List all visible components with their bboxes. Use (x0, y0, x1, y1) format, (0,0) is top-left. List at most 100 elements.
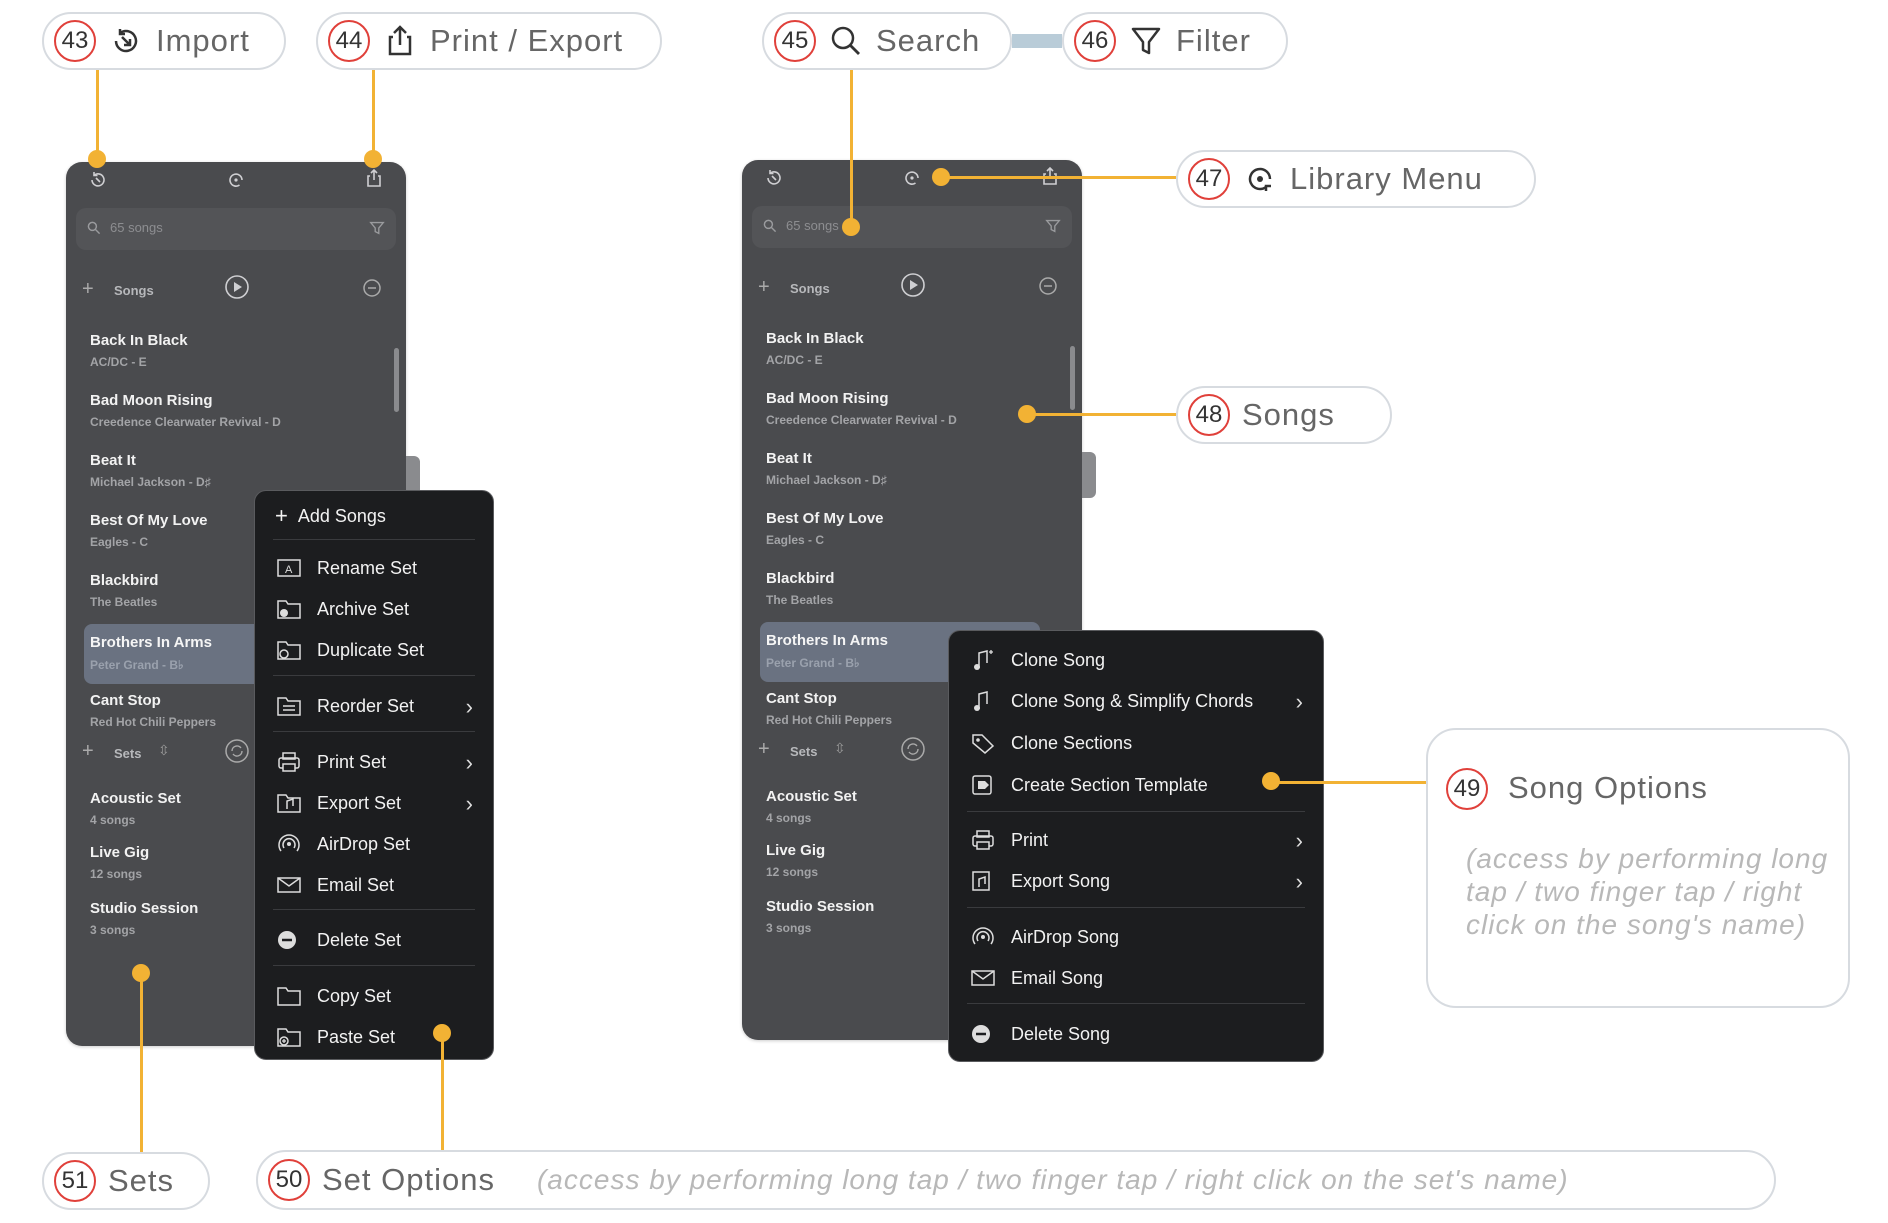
chevron-right-icon: › (1295, 869, 1303, 894)
list-item[interactable]: Back In Black AC/DC - E (766, 330, 1066, 367)
delete-icon (972, 1025, 990, 1043)
chevron-right-icon: › (1295, 828, 1303, 853)
add-set-icon[interactable]: + (758, 738, 770, 761)
callout-number: 46 (1074, 20, 1116, 62)
divider (273, 965, 475, 966)
export-icon (277, 794, 301, 813)
leader-dot-print-export (364, 150, 382, 168)
scrollbar[interactable] (394, 348, 399, 412)
import-icon (114, 29, 138, 53)
menu-item-email-song[interactable]: Email Song (969, 961, 1303, 995)
menu-item-label: Clone Song (1011, 649, 1106, 670)
menu-item-clone-song[interactable]: Clone Song (969, 643, 1303, 677)
airdrop-icon (278, 834, 300, 852)
song-subtitle: Creedence Clearwater Revival - D (90, 415, 281, 429)
song-title: Back In Black (90, 332, 188, 349)
list-item[interactable]: Blackbird The Beatles (766, 570, 1066, 607)
add-song-icon[interactable]: + (82, 278, 94, 301)
callout-note: (access by performing long tap / two fin… (536, 1164, 1569, 1195)
import-icon[interactable] (764, 168, 784, 188)
list-item[interactable]: Bad Moon Rising Creedence Clearwater Revi… (90, 392, 390, 429)
reorder-icon (277, 697, 301, 716)
play-icon[interactable] (900, 272, 926, 298)
search-placeholder: 65 songs (786, 218, 839, 233)
filter-icon[interactable] (1044, 217, 1062, 235)
song-subtitle: The Beatles (766, 593, 834, 607)
divider (967, 907, 1305, 908)
menu-item-clone-simplify[interactable]: Clone Song & Simplify Chords › (969, 684, 1303, 718)
menu-item-label: AirDrop Song (1011, 926, 1120, 947)
filter-icon[interactable] (368, 219, 386, 237)
divider (273, 731, 475, 732)
menu-item-print-set[interactable]: Print Set › (275, 745, 473, 779)
callout-label: Set Options (322, 1162, 495, 1197)
set-options-menu: + Add Songs A Rename Set Archive Set Dupli… (254, 490, 494, 1060)
share-icon (388, 25, 412, 56)
callout-label: Sets (108, 1163, 175, 1198)
sync-icon[interactable] (900, 736, 926, 762)
menu-item-add-songs[interactable]: + Add Songs (275, 499, 473, 533)
leader-dot-search (842, 218, 860, 236)
menu-item-archive-set[interactable]: Archive Set (275, 592, 473, 626)
sync-icon[interactable] (224, 738, 250, 764)
song-title: Bad Moon Rising (90, 392, 213, 409)
callout-print-export: 44 Print / Export (316, 12, 662, 70)
add-set-icon[interactable]: + (82, 740, 94, 763)
collapse-icon[interactable] (1038, 276, 1058, 296)
printer-icon (972, 830, 994, 850)
sort-icon[interactable]: ⇳ (158, 742, 170, 759)
menu-item-label: Delete Set (317, 929, 402, 950)
list-item[interactable]: Beat It Michael Jackson - D♯ (766, 450, 1066, 487)
callout-label: Print / Export (430, 23, 624, 58)
callout-sets: 51 Sets (42, 1152, 210, 1210)
menu-item-label: Paste Set (317, 1026, 396, 1047)
leader-line-import (96, 70, 99, 160)
list-item[interactable]: Back In Black AC/DC - E (90, 332, 390, 369)
callout-songs: 48 Songs (1176, 386, 1392, 444)
callout-number: 44 (328, 20, 370, 62)
song-title: Blackbird (766, 570, 835, 587)
library-menu-icon[interactable] (902, 168, 922, 188)
collapse-icon[interactable] (362, 278, 382, 298)
import-icon[interactable] (88, 170, 108, 190)
menu-item-airdrop-set[interactable]: AirDrop Set (275, 827, 473, 861)
menu-item-delete-song[interactable]: Delete Song (969, 1017, 1303, 1051)
menu-item-copy-set[interactable]: Copy Set (275, 979, 473, 1013)
callout-number: 45 (774, 20, 816, 62)
library-menu-icon[interactable] (226, 170, 246, 190)
paste-icon (277, 1028, 301, 1047)
callout-import: 43 Import (42, 12, 286, 70)
menu-item-email-set[interactable]: Email Set (275, 868, 473, 902)
menu-item-clone-sections[interactable]: Clone Sections (969, 726, 1303, 760)
menu-item-delete-set[interactable]: Delete Set (275, 923, 473, 957)
menu-item-print[interactable]: Print › (969, 823, 1303, 857)
menu-item-duplicate-set[interactable]: Duplicate Set (275, 633, 473, 667)
menu-item-rename-set[interactable]: A Rename Set (275, 551, 473, 585)
divider (967, 811, 1305, 812)
list-item[interactable]: Best Of My Love Eagles - C (766, 510, 1066, 547)
menu-item-create-section-template[interactable]: Create Section Template (969, 768, 1303, 802)
search-field[interactable]: 65 songs (76, 208, 396, 250)
chevron-right-icon: › (1295, 689, 1303, 714)
callout-search: 45 Search (762, 12, 1012, 70)
list-item[interactable]: Beat It Michael Jackson - D♯ (90, 452, 390, 489)
share-icon[interactable] (364, 168, 384, 188)
sets-header: Sets (790, 744, 818, 759)
plus-icon: + (275, 503, 288, 528)
callout-label: Song Options (1508, 770, 1708, 805)
menu-item-airdrop-song[interactable]: AirDrop Song (969, 920, 1303, 954)
menu-item-label: Archive Set (317, 598, 410, 619)
menu-item-export-song[interactable]: Export Song › (969, 864, 1303, 898)
menu-item-reorder-set[interactable]: Reorder Set › (275, 689, 473, 723)
menu-item-label: Duplicate Set (317, 639, 425, 660)
scrollbar[interactable] (1070, 346, 1075, 410)
leader-line-song-options (1274, 781, 1426, 784)
sets-header: Sets (114, 746, 142, 761)
menu-item-export-set[interactable]: Export Set › (275, 786, 473, 820)
play-icon[interactable] (224, 274, 250, 300)
sort-icon[interactable]: ⇳ (834, 740, 846, 757)
duplicate-icon (277, 641, 301, 660)
add-song-icon[interactable]: + (758, 276, 770, 299)
divider (967, 1003, 1305, 1004)
search-field[interactable]: 65 songs (752, 206, 1072, 248)
